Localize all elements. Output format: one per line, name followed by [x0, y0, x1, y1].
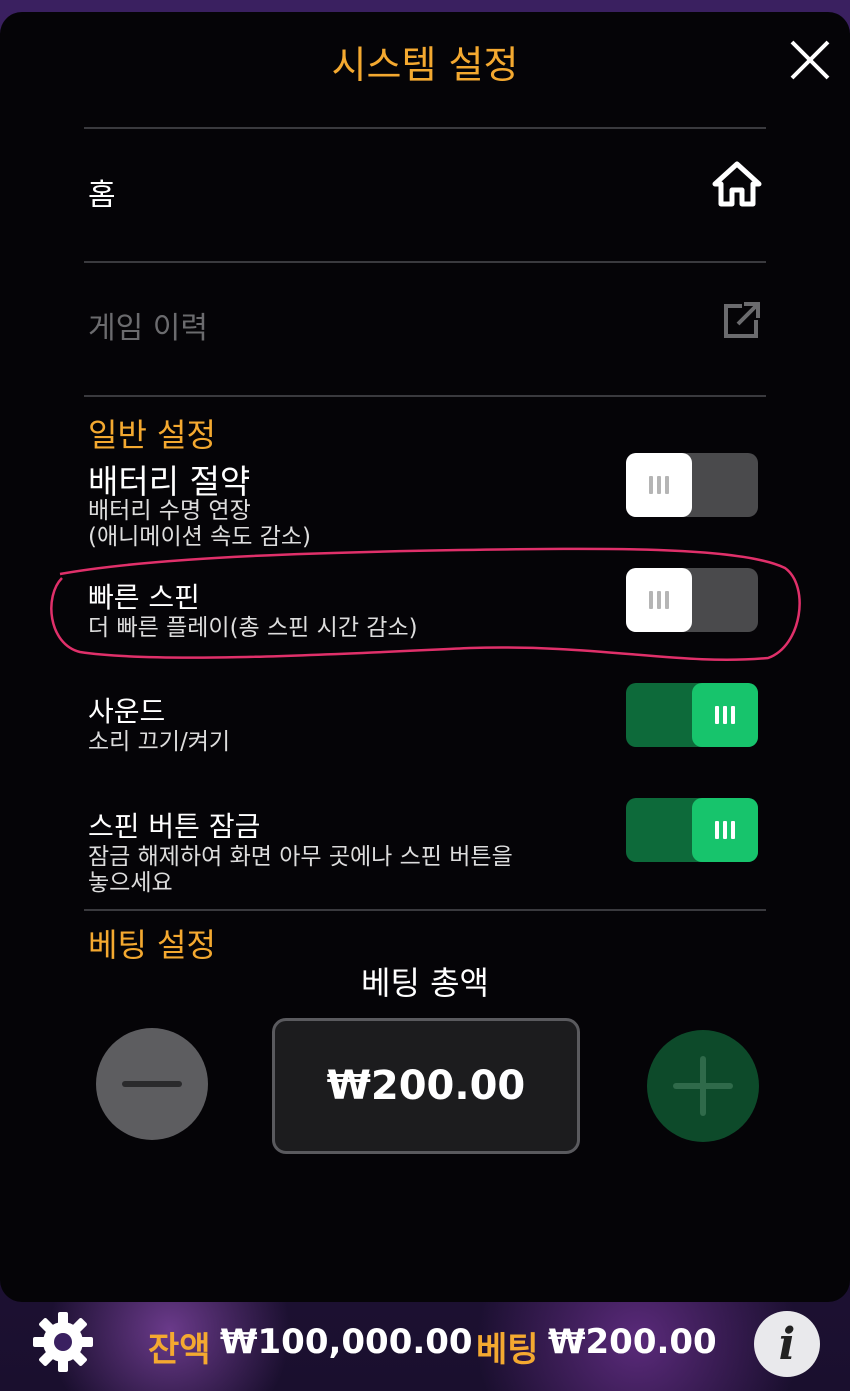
footer-bet-label: 베팅 [476, 1330, 539, 1370]
sound-toggle[interactable] [626, 683, 758, 747]
battery-saver-desc: 배터리 수명 연장 (애니메이션 속도 감소) [88, 498, 312, 550]
fast-spin-desc: 더 빠른 플레이(총 스핀 시간 감소) [88, 615, 418, 641]
external-link-icon[interactable] [720, 300, 762, 342]
close-icon[interactable] [786, 36, 834, 84]
footer-bet-value: ₩200.00 [548, 1322, 717, 1362]
toggle-knob [692, 798, 758, 862]
spin-lock-desc: 잠금 해제하여 화면 아무 곳에나 스핀 버튼을 놓으세요 [88, 844, 513, 896]
toggle-knob [692, 683, 758, 747]
increase-bet-button[interactable] [647, 1030, 759, 1142]
toggle-knob [626, 453, 692, 517]
divider [84, 395, 766, 397]
decrease-bet-button[interactable] [96, 1028, 208, 1140]
toggle-knob [626, 568, 692, 632]
game-history-label[interactable]: 게임 이력 [88, 303, 208, 347]
battery-saver-title: 배터리 절약 [88, 462, 251, 501]
home-icon[interactable] [712, 160, 762, 208]
minus-icon [122, 1081, 182, 1087]
info-button[interactable]: i [754, 1311, 820, 1377]
spin-lock-toggle[interactable] [626, 798, 758, 862]
home-row[interactable] [84, 130, 766, 260]
fast-spin-toggle[interactable] [626, 568, 758, 632]
battery-saver-toggle[interactable] [626, 453, 758, 517]
sound-desc: 소리 끄기/켜기 [88, 729, 231, 755]
spin-lock-title: 스핀 버튼 잠금 [88, 810, 261, 843]
total-bet-label: 베팅 총액 [361, 964, 489, 1002]
general-settings-heading: 일반 설정 [88, 416, 216, 454]
info-icon: i [778, 1318, 796, 1370]
divider [84, 261, 766, 263]
fast-spin-title: 빠른 스핀 [88, 581, 200, 614]
home-label: 홈 [88, 178, 116, 213]
balance-label: 잔액 [148, 1330, 211, 1370]
sound-title: 사운드 [88, 695, 166, 728]
balance-value: ₩100,000.00 [220, 1322, 473, 1362]
divider [84, 909, 766, 911]
divider [84, 127, 766, 129]
page-title: 시스템 설정 [331, 43, 519, 87]
gear-icon[interactable] [28, 1307, 98, 1377]
total-bet-value: ₩200.00 [272, 1018, 580, 1154]
